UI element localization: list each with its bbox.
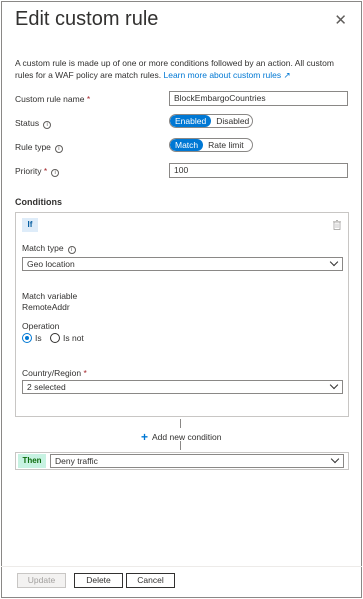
info-icon: i (67, 246, 76, 254)
info-icon: i (54, 145, 63, 153)
plus-icon: + (141, 430, 149, 444)
match-type-label: Match type i (22, 243, 76, 254)
match-variable-value: RemoteAddr (22, 302, 70, 312)
match-variable-label: Match variable (22, 291, 78, 301)
chevron-down-icon (330, 454, 340, 464)
priority-label: Priority * i (15, 166, 60, 177)
status-disabled-option[interactable]: Disabled (211, 115, 252, 127)
close-icon[interactable]: ✕ (334, 11, 347, 29)
country-label: Country/Region * (22, 368, 87, 378)
chevron-down-icon (329, 257, 339, 267)
external-link-icon: ↗ (283, 70, 291, 80)
status-label: Status i (15, 118, 52, 129)
match-type-select[interactable]: Geo location (22, 257, 343, 271)
status-enabled-option[interactable]: Enabled (170, 115, 212, 127)
operation-is-not-radio[interactable]: Is not (50, 333, 84, 343)
operation-is-radio[interactable]: Is (22, 333, 42, 343)
info-icon: i (51, 169, 60, 177)
action-select[interactable]: Deny traffic (50, 454, 344, 468)
info-icon: i (43, 121, 52, 129)
update-button[interactable]: Update (17, 573, 66, 588)
priority-input[interactable]: 100 (169, 163, 348, 178)
then-badge: Then (18, 454, 46, 468)
condition-card: If Match type i Geo location Match variab… (15, 212, 349, 417)
panel-description: A custom rule is made up of one or more … (15, 57, 351, 81)
then-row: Then Deny traffic (15, 452, 349, 470)
rule-type-label: Rule type i (15, 142, 63, 153)
chevron-down-icon (329, 380, 339, 390)
panel-title: Edit custom rule (15, 8, 159, 30)
connector-line (180, 419, 181, 428)
operation-label: Operation (22, 321, 60, 331)
country-select[interactable]: 2 selected (22, 380, 343, 394)
rule-type-rate-limit-option[interactable]: Rate limit (203, 139, 248, 151)
rule-type-match-option[interactable]: Match (170, 139, 204, 151)
delete-button[interactable]: Delete (74, 573, 123, 588)
footer-divider (1, 566, 362, 567)
add-condition-button[interactable]: + Add new condition (141, 430, 221, 444)
operation-radio-group: Is Is not (22, 333, 84, 343)
status-toggle[interactable]: Enabled Disabled (169, 114, 253, 128)
rule-name-label: Custom rule name * (15, 94, 91, 104)
conditions-heading: Conditions (15, 197, 62, 207)
delete-condition-icon[interactable] (333, 220, 341, 230)
cancel-button[interactable]: Cancel (126, 573, 175, 588)
rule-type-toggle[interactable]: Match Rate limit (169, 138, 253, 152)
if-badge: If (22, 218, 38, 232)
learn-more-link[interactable]: Learn more about custom rules ↗ (164, 70, 291, 80)
connector-line (180, 441, 181, 450)
rule-name-input[interactable]: BlockEmbargoCountries (169, 91, 348, 106)
